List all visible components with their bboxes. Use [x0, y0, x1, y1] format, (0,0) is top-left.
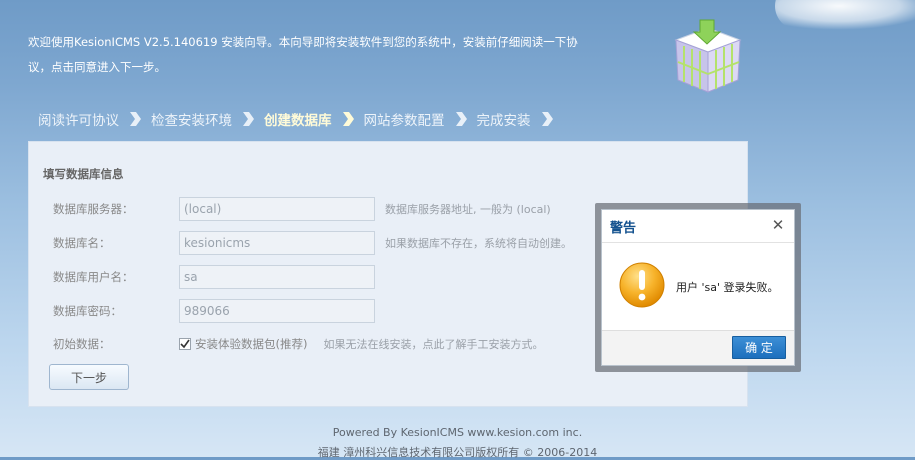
- step-site-config: 网站参数配置: [364, 109, 477, 129]
- ok-button[interactable]: 确 定: [732, 336, 786, 359]
- chevron-right-icon: [130, 112, 141, 126]
- step-label: 创建数据库: [264, 113, 332, 129]
- initdata-label: 初始数据：: [53, 337, 111, 351]
- install-box-icon: [674, 19, 742, 93]
- sample-data-checkbox[interactable]: [179, 338, 191, 350]
- dbname-input[interactable]: [179, 231, 375, 255]
- initdata-row: 初始数据： 安装体验数据包(推荐) 如果无法在线安装，点此了解手工安装方式。: [53, 332, 543, 356]
- step-label: 检查安装环境: [151, 113, 232, 129]
- dbname-hint: 如果数据库不存在，系统将自动创建。: [385, 237, 572, 250]
- step-label: 阅读许可协议: [38, 113, 119, 129]
- step-label: 完成安装: [476, 113, 531, 129]
- next-step-button[interactable]: 下一步: [49, 364, 129, 390]
- user-row: 数据库用户名：: [53, 265, 375, 289]
- user-input[interactable]: [179, 265, 375, 289]
- user-label: 数据库用户名：: [53, 270, 134, 284]
- dbname-label: 数据库名：: [53, 236, 111, 250]
- dialog-message: 用户 'sa' 登录失败。: [676, 281, 779, 294]
- form-title: 填写数据库信息: [43, 167, 124, 181]
- intro-line-1: 欢迎使用KesionICMS V2.5.140619 安装向导。本向导即将安装软…: [28, 35, 578, 49]
- server-label: 数据库服务器：: [53, 202, 134, 216]
- step-complete: 完成安装: [477, 109, 563, 129]
- server-row: 数据库服务器： 数据库服务器地址, 一般为 (local): [53, 197, 551, 221]
- chevron-right-icon: [342, 112, 354, 126]
- dbname-row: 数据库名： 如果数据库不存在，系统将自动创建。: [53, 231, 572, 255]
- step-label: 网站参数配置: [363, 113, 445, 129]
- dialog-header: 警告 ✕: [602, 210, 794, 243]
- password-input[interactable]: [179, 299, 375, 323]
- intro-text: 欢迎使用KesionICMS V2.5.140619 安装向导。本向导即将安装软…: [28, 30, 608, 80]
- password-row: 数据库密码：: [53, 299, 375, 323]
- server-input[interactable]: [179, 197, 375, 221]
- close-icon[interactable]: ✕: [770, 217, 786, 233]
- checkmark-icon: [180, 339, 190, 349]
- manual-install-link[interactable]: 如果无法在线安装，点此了解手工安装方式。: [323, 336, 543, 352]
- warning-dialog: 警告 ✕ 用户 'sa' 登录失败。 确 定: [601, 209, 795, 366]
- chevron-right-icon: [243, 112, 254, 126]
- dialog-footer: 确 定: [602, 330, 794, 365]
- footer-copyright: 福建 漳州科兴信息技术有限公司版权所有 © 2006-2014: [317, 446, 598, 459]
- cloud-decoration: [775, 0, 915, 30]
- chevron-right-icon: [541, 112, 553, 126]
- password-label: 数据库密码：: [53, 304, 122, 318]
- dialog-title: 警告: [610, 221, 637, 236]
- chevron-right-icon: [455, 112, 467, 126]
- step-environment: 检查安装环境: [151, 109, 264, 129]
- dialog-body: 用户 'sa' 登录失败。: [602, 243, 794, 333]
- step-license: 阅读许可协议: [38, 109, 151, 129]
- step-database: 创建数据库: [264, 109, 364, 129]
- intro-line-2: 议，点击同意进入下一步。: [28, 60, 166, 74]
- warning-icon: [619, 262, 665, 308]
- sample-data-checkbox-label[interactable]: 安装体验数据包(推荐): [195, 336, 307, 352]
- install-steps: 阅读许可协议 检查安装环境 创建数据库 网站参数配置 完成安装: [38, 108, 563, 130]
- server-hint: 数据库服务器地址, 一般为 (local): [385, 203, 551, 216]
- footer-powered-by: Powered By KesionICMS www.kesion.com inc…: [332, 426, 583, 439]
